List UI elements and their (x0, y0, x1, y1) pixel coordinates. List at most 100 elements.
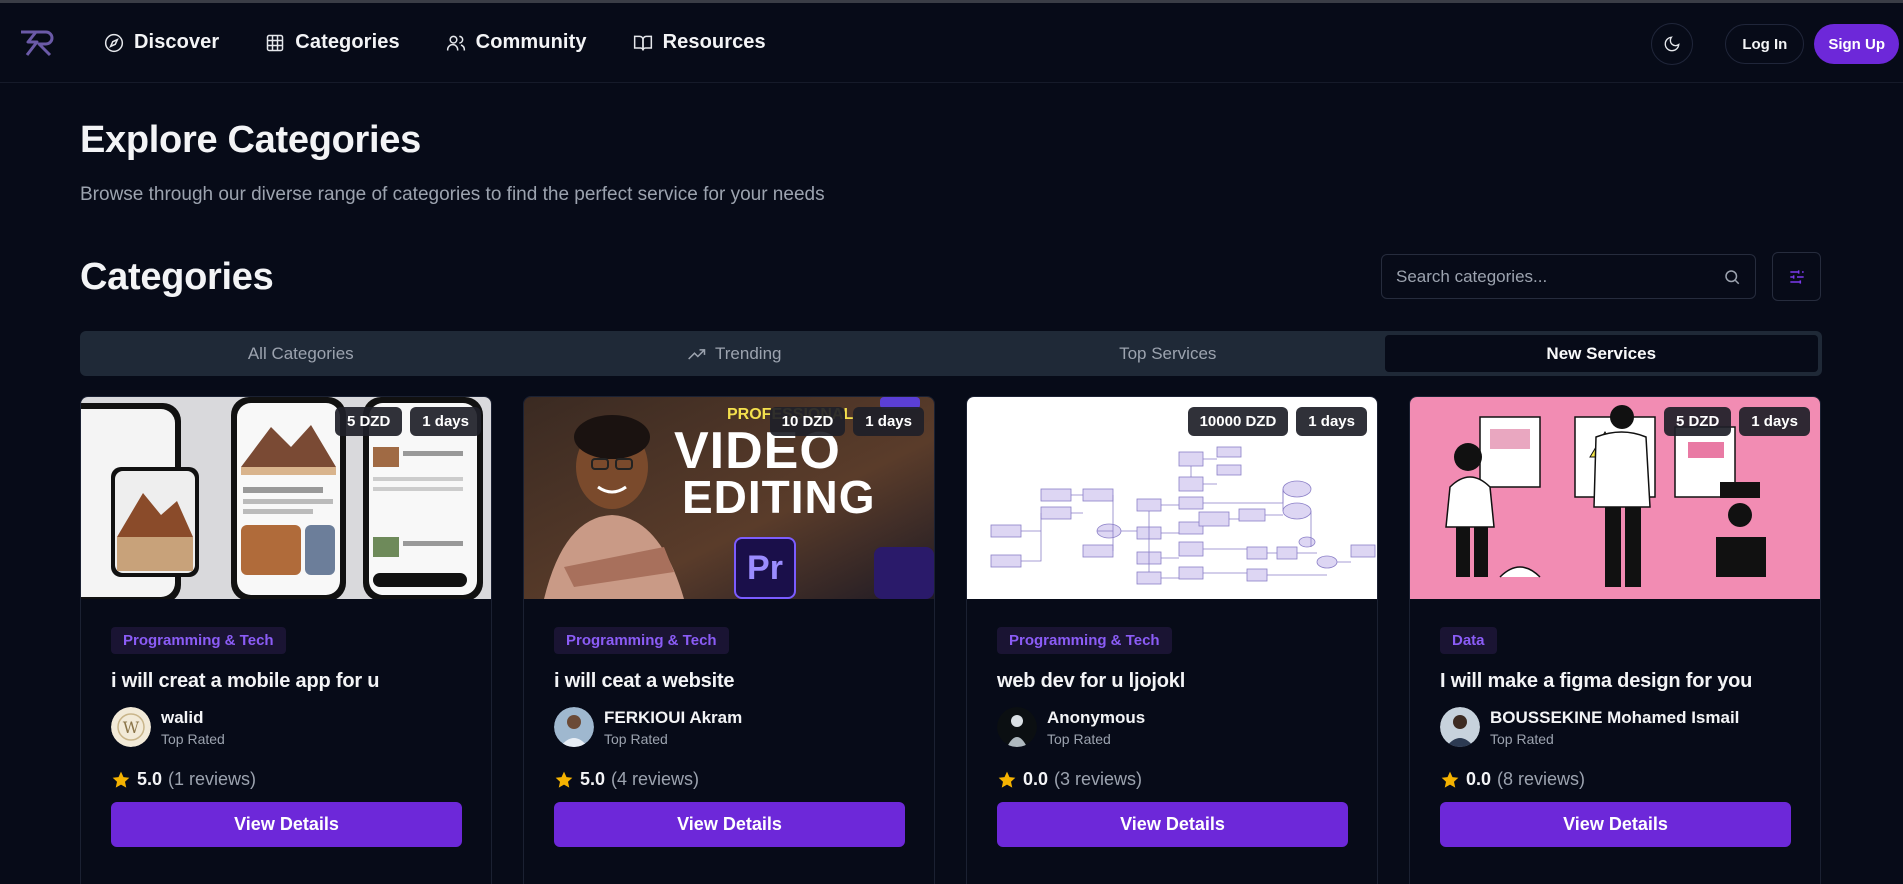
nav-actions: Log In Sign Up (1651, 23, 1899, 65)
tab-trending[interactable]: Trending (518, 335, 952, 372)
book-icon (633, 35, 652, 51)
author-role: Top Rated (161, 730, 225, 747)
service-title[interactable]: i will ceat a website (554, 670, 904, 693)
service-thumbnail: PROFESSIONAL VIDEO EDITING Pr 10 DZD 1 d… (524, 397, 934, 599)
premiere-logo: Pr (734, 537, 796, 599)
service-thumbnail: 5 DZD 1 days (1410, 397, 1820, 599)
avatar[interactable]: W (111, 707, 151, 747)
search-box (1381, 254, 1756, 299)
nav-categories[interactable]: Categories (265, 31, 400, 54)
theme-toggle-button[interactable] (1651, 23, 1694, 65)
view-details-button[interactable]: View Details (111, 802, 462, 847)
brand-logo[interactable] (18, 28, 56, 58)
nav-resources[interactable]: Resources (633, 31, 766, 54)
author-role: Top Rated (1047, 730, 1111, 747)
star-icon (555, 771, 573, 788)
category-tag[interactable]: Data (1440, 627, 1497, 654)
delivery-badge: 1 days (410, 407, 481, 436)
thumb-label-editing: EDITING (682, 471, 876, 523)
author-role: Top Rated (604, 730, 668, 747)
filter-button[interactable] (1772, 252, 1821, 301)
author-name[interactable]: Anonymous (1047, 708, 1145, 728)
signup-button[interactable]: Sign Up (1814, 24, 1899, 64)
star-icon (112, 771, 130, 788)
price-badge: 10 DZD (769, 407, 846, 436)
rating-value: 5.0 (580, 769, 606, 789)
author-name[interactable]: FERKIOUI Akram (604, 708, 742, 728)
delivery-badge: 1 days (1296, 407, 1367, 436)
page-title: Explore Categories (80, 119, 421, 161)
category-tag[interactable]: Programming & Tech (997, 627, 1172, 654)
sliders-icon (1789, 269, 1804, 284)
card-badges: 10000 DZD 1 days (1187, 407, 1367, 436)
rating: 5.0 (1 reviews) (111, 769, 461, 790)
section-title: Categories (80, 256, 274, 298)
card-badges: 5 DZD 1 days (1663, 407, 1810, 436)
rating-value: 0.0 (1466, 769, 1492, 789)
card-badges: 10 DZD 1 days (769, 407, 924, 436)
tab-top-services[interactable]: Top Services (951, 335, 1385, 372)
nav-categories-label: Categories (295, 31, 400, 53)
avatar[interactable] (1440, 707, 1480, 747)
avatar[interactable] (554, 707, 594, 747)
tab-label: Trending (715, 343, 782, 363)
top-navbar: Discover Categories Community Resources … (0, 3, 1903, 83)
review-count: (8 reviews) (1497, 769, 1586, 789)
delivery-badge: 1 days (853, 407, 924, 436)
nav-discover-label: Discover (134, 31, 220, 53)
avatar[interactable] (997, 707, 1037, 747)
card-badges: 5 DZD 1 days (334, 407, 481, 436)
service-card[interactable]: 5 DZD 1 days Programming & Tech i will c… (80, 396, 492, 884)
star-icon (1441, 771, 1459, 788)
category-tag[interactable]: Programming & Tech (111, 627, 286, 654)
service-thumbnail: 10000 DZD 1 days (967, 397, 1377, 599)
service-card[interactable]: 5 DZD 1 days Data I will make a figma de… (1409, 396, 1821, 884)
review-count: (4 reviews) (611, 769, 700, 789)
tab-all-categories[interactable]: All Categories (84, 335, 518, 372)
rating-value: 0.0 (1023, 769, 1049, 789)
star-icon (998, 771, 1016, 788)
delivery-badge: 1 days (1739, 407, 1810, 436)
search-input[interactable] (1396, 266, 1723, 287)
service-title[interactable]: i will creat a mobile app for u (111, 670, 461, 693)
users-icon (446, 35, 465, 50)
view-details-button[interactable]: View Details (554, 802, 905, 847)
login-button[interactable]: Log In (1725, 24, 1805, 64)
view-details-button[interactable]: View Details (1440, 802, 1791, 847)
rating: 0.0 (3 reviews) (997, 769, 1347, 790)
service-title[interactable]: web dev for u ljojokl (997, 670, 1347, 693)
service-card[interactable]: PROFESSIONAL VIDEO EDITING Pr 10 DZD 1 d… (523, 396, 935, 884)
trending-up-icon (688, 348, 706, 360)
price-badge: 10000 DZD (1187, 407, 1289, 436)
service-title[interactable]: I will make a figma design for you (1440, 670, 1790, 693)
compass-icon (104, 33, 124, 52)
author-info: FERKIOUI Akram Top Rated (554, 707, 904, 747)
author-name[interactable]: walid (161, 708, 225, 728)
author-role: Top Rated (1490, 730, 1554, 747)
price-badge: 5 DZD (1663, 407, 1732, 436)
tab-new-services[interactable]: New Services (1384, 335, 1818, 372)
rating: 0.0 (8 reviews) (1440, 769, 1790, 790)
nav-community[interactable]: Community (446, 31, 587, 54)
tab-label: All Categories (247, 343, 354, 363)
author-name[interactable]: BOUSSEKINE Mohamed Ismail (1490, 708, 1739, 728)
price-badge: 5 DZD (334, 407, 403, 436)
grid-icon (267, 34, 284, 51)
category-tag[interactable]: Programming & Tech (554, 627, 729, 654)
view-details-button[interactable]: View Details (997, 802, 1348, 847)
service-card[interactable]: 10000 DZD 1 days Programming & Tech web … (966, 396, 1378, 884)
nav-discover[interactable]: Discover (104, 31, 219, 54)
page-subtitle: Browse through our diverse range of cate… (80, 184, 825, 205)
svg-text:W: W (123, 718, 140, 737)
nav-resources-label: Resources (662, 31, 766, 53)
moon-icon (1664, 36, 1680, 52)
review-count: (3 reviews) (1054, 769, 1143, 789)
service-thumbnail: 5 DZD 1 days (81, 397, 491, 599)
author-info: W walid Top Rated (111, 707, 461, 747)
category-tabs: All Categories Trending Top Services New… (80, 331, 1822, 376)
review-count: (1 reviews) (168, 769, 257, 789)
search-icon[interactable] (1723, 268, 1741, 286)
author-info: Anonymous Top Rated (997, 707, 1347, 747)
rating-value: 5.0 (137, 769, 163, 789)
author-info: BOUSSEKINE Mohamed Ismail Top Rated (1440, 707, 1790, 747)
